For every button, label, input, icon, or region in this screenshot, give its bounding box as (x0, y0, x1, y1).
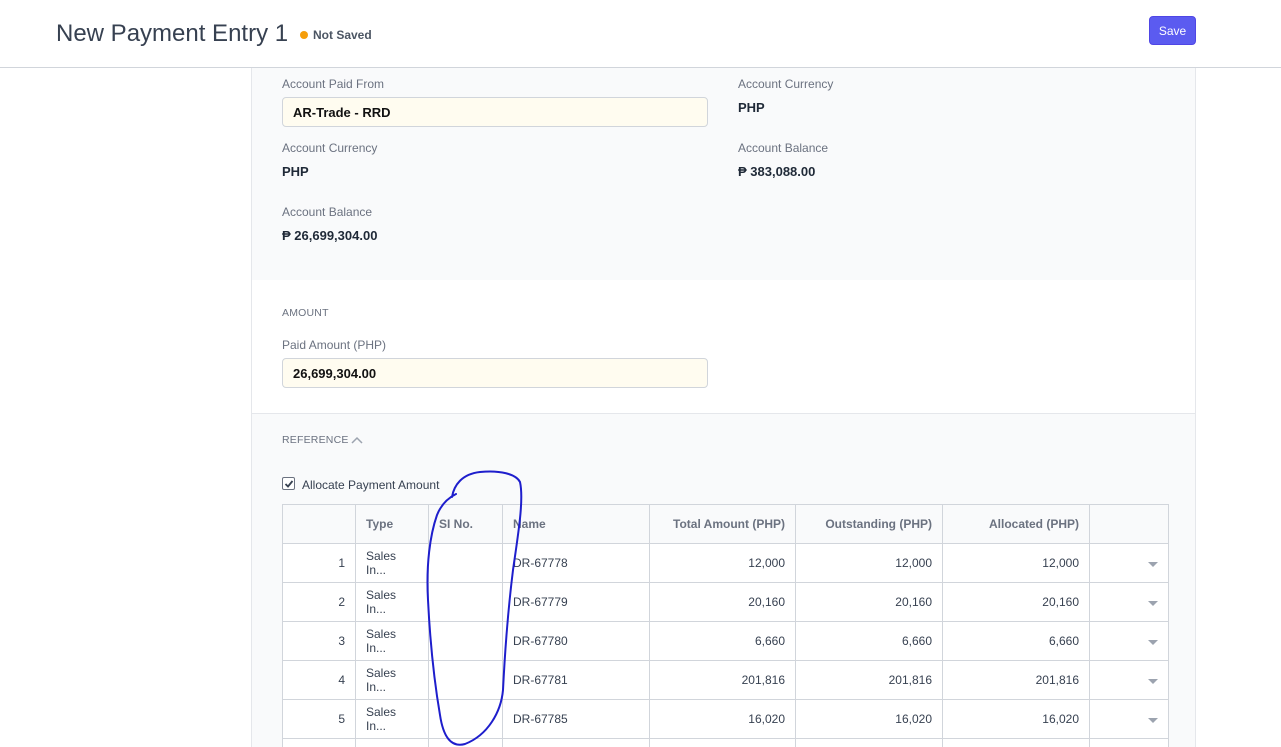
row-index (282, 738, 356, 747)
allocate-payment-label: Allocate Payment Amount (302, 478, 440, 492)
column-header-allocated: Allocated (PHP) (942, 504, 1090, 544)
column-header-outstanding: Outstanding (PHP) (795, 504, 943, 544)
row-actions[interactable] (1089, 738, 1169, 747)
chevron-down-icon[interactable] (1148, 718, 1158, 723)
column-header-index (282, 504, 356, 544)
row-total-amount: 20,160 (649, 582, 796, 622)
save-button[interactable]: Save (1149, 16, 1196, 45)
row-actions[interactable] (1089, 660, 1169, 700)
account-balance-from-value: ₱ 26,699,304.00 (282, 228, 378, 243)
table-row[interactable]: 5 Sales In... DR-67785 16,020 16,020 16,… (282, 699, 1169, 739)
paid-amount-label: Paid Amount (PHP) (282, 338, 387, 352)
row-allocated[interactable]: 6,660 (942, 621, 1090, 661)
payment-form: Account Paid From AR-Trade - RRD Account… (251, 68, 1196, 747)
account-paid-from-label: Account Paid From (282, 77, 385, 91)
row-name[interactable] (502, 738, 650, 747)
account-balance-to-label: Account Balance (738, 141, 829, 155)
row-outstanding: 16,020 (795, 699, 943, 739)
reference-table: Type SI No. Name Total Amount (PHP) Outs… (282, 504, 1169, 747)
row-allocated[interactable]: 12,000 (942, 543, 1090, 583)
allocate-payment-checkbox[interactable] (282, 477, 295, 490)
row-outstanding: 6,660 (795, 621, 943, 661)
account-currency-to-value: PHP (738, 100, 765, 115)
table-row[interactable]: 2 Sales In... DR-67779 20,160 20,160 20,… (282, 582, 1169, 622)
amount-section-title: AMOUNT (282, 307, 329, 319)
row-actions[interactable] (1089, 582, 1169, 622)
page-title: New Payment Entry 1 (56, 20, 289, 47)
table-header-row: Type SI No. Name Total Amount (PHP) Outs… (282, 504, 1169, 544)
status-badge: Not Saved (300, 28, 372, 42)
chevron-down-icon[interactable] (1148, 562, 1158, 567)
chevron-down-icon[interactable] (1148, 640, 1158, 645)
row-name[interactable]: DR-67785 (502, 699, 650, 739)
row-index: 5 (282, 699, 356, 739)
row-name[interactable]: DR-67778 (502, 543, 650, 583)
row-name[interactable]: DR-67780 (502, 621, 650, 661)
chevron-down-icon[interactable] (1148, 601, 1158, 606)
table-row[interactable]: 1 Sales In... DR-67778 12,000 12,000 12,… (282, 543, 1169, 583)
row-index: 1 (282, 543, 356, 583)
row-outstanding (795, 738, 943, 747)
row-type[interactable] (355, 738, 429, 747)
table-row[interactable]: 4 Sales In... DR-67781 201,816 201,816 2… (282, 660, 1169, 700)
column-header-si-no: SI No. (428, 504, 503, 544)
row-si-no[interactable] (428, 582, 503, 622)
row-name[interactable]: DR-67779 (502, 582, 650, 622)
row-si-no[interactable] (428, 738, 503, 747)
row-type[interactable]: Sales In... (355, 543, 429, 583)
row-total-amount: 12,000 (649, 543, 796, 583)
row-si-no[interactable] (428, 621, 503, 661)
row-si-no[interactable] (428, 660, 503, 700)
chevron-down-icon[interactable] (1148, 679, 1158, 684)
table-row[interactable]: 3 Sales In... DR-67780 6,660 6,660 6,660 (282, 621, 1169, 661)
column-header-total-amount: Total Amount (PHP) (649, 504, 796, 544)
row-name[interactable]: DR-67781 (502, 660, 650, 700)
row-total-amount: 16,020 (649, 699, 796, 739)
row-si-no[interactable] (428, 543, 503, 583)
row-index: 2 (282, 582, 356, 622)
row-index: 3 (282, 621, 356, 661)
table-row[interactable] (282, 738, 1169, 747)
row-total-amount (649, 738, 796, 747)
row-allocated[interactable] (942, 738, 1090, 747)
row-index: 4 (282, 660, 356, 700)
row-type[interactable]: Sales In... (355, 660, 429, 700)
column-header-name: Name (502, 504, 650, 544)
row-total-amount: 201,816 (649, 660, 796, 700)
account-balance-from-label: Account Balance (282, 205, 373, 219)
row-outstanding: 12,000 (795, 543, 943, 583)
row-outstanding: 20,160 (795, 582, 943, 622)
row-allocated[interactable]: 201,816 (942, 660, 1090, 700)
reference-section-title[interactable]: REFERENCE (282, 434, 349, 446)
account-currency-to-label: Account Currency (738, 77, 834, 91)
row-total-amount: 6,660 (649, 621, 796, 661)
status-text: Not Saved (313, 28, 372, 42)
row-type[interactable]: Sales In... (355, 582, 429, 622)
paid-amount-input[interactable]: 26,699,304.00 (282, 358, 708, 388)
row-actions[interactable] (1089, 699, 1169, 739)
row-si-no[interactable] (428, 699, 503, 739)
row-type[interactable]: Sales In... (355, 621, 429, 661)
account-balance-to-value: ₱ 383,088.00 (738, 164, 816, 179)
row-actions[interactable] (1089, 543, 1169, 583)
account-currency-from-value: PHP (282, 164, 309, 179)
section-divider (252, 413, 1195, 414)
row-allocated[interactable]: 16,020 (942, 699, 1090, 739)
column-header-type: Type (355, 504, 429, 544)
row-outstanding: 201,816 (795, 660, 943, 700)
top-bar: New Payment Entry 1 Not Saved Save (0, 0, 1281, 68)
row-type[interactable]: Sales In... (355, 699, 429, 739)
chevron-up-icon[interactable] (351, 436, 363, 444)
column-header-actions (1089, 504, 1169, 544)
amount-section: AMOUNT Paid Amount (PHP) 26,699,304.00 (252, 280, 1195, 413)
row-allocated[interactable]: 20,160 (942, 582, 1090, 622)
row-actions[interactable] (1089, 621, 1169, 661)
check-icon (284, 480, 294, 488)
account-paid-from-input[interactable]: AR-Trade - RRD (282, 97, 708, 127)
account-currency-from-label: Account Currency (282, 141, 378, 155)
status-dot-icon (300, 31, 308, 39)
